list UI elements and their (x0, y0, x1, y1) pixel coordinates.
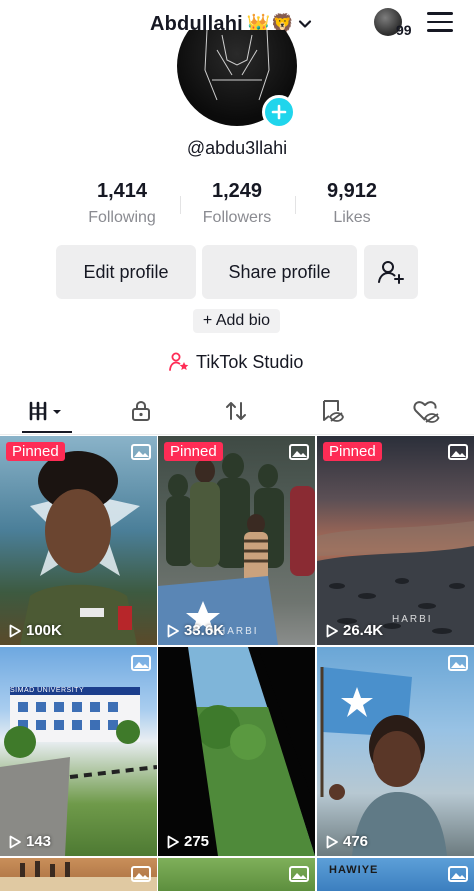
video-tile[interactable]: Pinned HARBI 33.6K (158, 436, 315, 645)
tile-caption: HARBI (218, 626, 259, 637)
photo-icon (131, 444, 151, 460)
tile-caption: HARBI (392, 614, 433, 625)
menu-icon[interactable] (427, 12, 453, 34)
repost-icon (226, 402, 246, 420)
video-tile[interactable]: Pinned HARBI 26.4K (317, 436, 474, 645)
notifications-button[interactable]: 99 (374, 8, 416, 38)
stat-likes-value: 9,912 (326, 180, 378, 202)
stat-likes-label: Likes (333, 209, 371, 226)
lock-icon (132, 400, 150, 421)
photo-icon (131, 866, 151, 882)
tab-reposts[interactable] (206, 390, 266, 432)
notification-count: 99 (396, 22, 412, 38)
tab-videos[interactable] (18, 390, 78, 432)
tiktok-studio-link[interactable]: TikTok Studio (168, 350, 303, 374)
stat-likes[interactable]: 9,912 Likes (292, 180, 412, 227)
view-count: 33.6K (166, 622, 224, 639)
tile-caption: HAWIYE (329, 864, 379, 876)
plus-icon (271, 104, 287, 120)
pinned-badge: Pinned (323, 442, 382, 461)
profile-handle: @abdu3llahi (186, 138, 288, 158)
view-count: 143 (8, 833, 51, 850)
tile-image-child-flag (320, 667, 447, 856)
play-icon (9, 835, 21, 848)
view-count-value: 33.6K (184, 622, 225, 639)
view-count-value: 476 (343, 833, 369, 850)
tile-image-portrait (20, 451, 140, 645)
view-count-value: 26.4K (343, 622, 384, 639)
video-tile[interactable] (158, 858, 315, 891)
video-tile[interactable]: HAWIYE (317, 858, 474, 891)
video-tile[interactable]: 275 (158, 647, 315, 856)
add-friends-button[interactable] (364, 245, 418, 299)
view-count: 100K (8, 622, 62, 639)
chevron-down-icon (299, 20, 312, 28)
photo-icon (131, 655, 151, 671)
pinned-badge: Pinned (164, 442, 223, 461)
grid-icon (29, 401, 61, 421)
tab-favorites[interactable] (301, 390, 361, 432)
photo-icon (448, 866, 468, 882)
tab-private[interactable] (111, 390, 171, 432)
play-icon (9, 624, 21, 637)
stat-divider (180, 196, 181, 214)
add-bio-button[interactable]: + Add bio (193, 309, 280, 333)
liked-icon (413, 401, 440, 423)
pinned-badge: Pinned (6, 442, 65, 461)
favorites-icon (323, 400, 344, 422)
view-count: 26.4K (325, 622, 383, 639)
tile-image-campus (0, 687, 157, 856)
studio-icon (169, 352, 189, 371)
view-count: 476 (325, 833, 368, 850)
stat-followers-label: Followers (202, 209, 272, 226)
stat-followers-value: 1,249 (211, 180, 263, 202)
photo-icon (289, 444, 309, 460)
tile-image-nature (158, 647, 315, 856)
view-count-value: 275 (184, 833, 210, 850)
video-tile[interactable]: SIMAD UNIVERSITY 143 (0, 647, 157, 856)
edit-profile-button[interactable]: Edit profile (56, 245, 196, 299)
share-profile-button[interactable]: Share profile (202, 245, 357, 299)
tab-liked[interactable] (396, 390, 456, 432)
play-icon (326, 624, 338, 637)
stat-following-value: 1,414 (96, 180, 148, 202)
tile-image-group (158, 453, 315, 645)
add-user-icon (378, 261, 404, 284)
content-tabs (0, 390, 474, 435)
play-icon (167, 624, 179, 637)
view-count-value: 100K (26, 622, 62, 639)
stat-following-label: Following (88, 209, 156, 226)
photo-icon (448, 655, 468, 671)
video-tile[interactable] (0, 858, 157, 891)
photo-icon (448, 444, 468, 460)
stat-followers[interactable]: 1,249 Followers (177, 180, 297, 227)
stat-divider (295, 196, 296, 214)
add-avatar-button[interactable] (262, 95, 296, 129)
view-count-value: 143 (26, 833, 52, 850)
video-tile[interactable]: Pinned 100K (0, 436, 157, 645)
view-count: 275 (166, 833, 209, 850)
active-tab-indicator (22, 431, 72, 433)
photo-icon (289, 866, 309, 882)
video-grid: Pinned 100K Pinned HARBI 33.6K Pinned HA… (0, 436, 474, 891)
video-tile[interactable]: 476 (317, 647, 474, 856)
profile-stats: 1,414 Following 1,249 Followers 9,912 Li… (0, 180, 474, 230)
tiktok-studio-label: TikTok Studio (196, 351, 304, 372)
play-icon (167, 835, 179, 848)
tile-caption: SIMAD UNIVERSITY (10, 687, 85, 694)
stat-following[interactable]: 1,414 Following (62, 180, 182, 227)
play-icon (326, 835, 338, 848)
